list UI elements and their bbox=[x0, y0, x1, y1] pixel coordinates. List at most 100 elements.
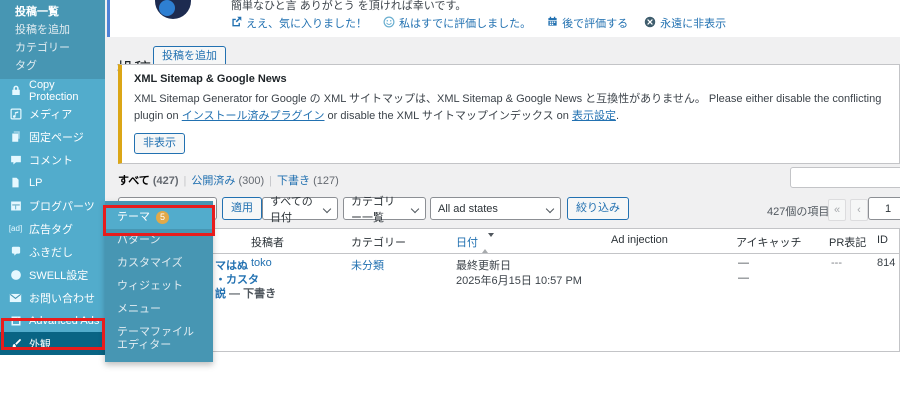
lock-icon bbox=[8, 84, 23, 97]
media-icon bbox=[8, 107, 23, 120]
sidebar-item-pages[interactable]: 固定ページ bbox=[0, 125, 105, 148]
admin-sidebar: 投稿一覧 投稿を追加 カテゴリー タグ Copy Protection メディア… bbox=[0, 0, 105, 355]
column-id: ID bbox=[877, 234, 888, 246]
sidebar-item-categories[interactable]: カテゴリー bbox=[0, 39, 105, 57]
sidebar-item-label: コメント bbox=[29, 154, 73, 167]
ad-state-filter-value: All ad states bbox=[438, 202, 498, 215]
chevron-down-icon bbox=[322, 204, 332, 214]
sidebar-item-label: LP bbox=[29, 176, 43, 189]
sidebar-item-contact[interactable]: お問い合わせ bbox=[0, 286, 105, 309]
plugin-rating-notice: 簡単なひと言 ありがとう を頂ければ幸いです。 ええ、気に入りました！ 私はすで… bbox=[107, 0, 900, 37]
post-id-cell: 814 bbox=[877, 257, 896, 269]
flyout-item-themes[interactable]: テーマ 5 bbox=[105, 206, 213, 229]
flyout-item-theme-file-editor[interactable]: テーマファイルエディター bbox=[105, 321, 213, 357]
flyout-item-customize[interactable]: カスタマイズ bbox=[105, 252, 213, 275]
speech-bubble-icon bbox=[8, 245, 23, 258]
filter-button[interactable]: 絞り込み bbox=[567, 197, 629, 220]
category-filter-value: カテゴリー一覧 bbox=[351, 195, 395, 224]
flyout-item-label: テーマ bbox=[117, 211, 150, 223]
flyout-item-patterns[interactable]: パターン bbox=[105, 229, 213, 252]
installed-plugins-link[interactable]: インストール済みプラグイン bbox=[182, 110, 325, 122]
page-icon bbox=[8, 176, 23, 189]
plugin-logo-avatar bbox=[155, 0, 191, 19]
flyout-item-widgets[interactable]: ウィジェット bbox=[105, 275, 213, 298]
post-status-views: すべて (427) | 公開済み (300) | 下書き (127) bbox=[118, 175, 339, 187]
category-filter-select[interactable]: カテゴリー一覧 bbox=[343, 196, 426, 224]
sidebar-item-blog-parts[interactable]: ブログパーツ bbox=[0, 194, 105, 217]
date-label: 最終更新日 bbox=[456, 260, 511, 272]
sidebar-item-advanced-ads[interactable]: Advanced Ads bbox=[0, 309, 105, 332]
sidebar-item-all-posts[interactable]: 投稿一覧 bbox=[0, 3, 105, 21]
dismiss-forever-label: 永遠に非表示 bbox=[660, 18, 727, 30]
apply-button[interactable]: 適用 bbox=[222, 197, 262, 220]
view-published[interactable]: 公開済み (300) bbox=[191, 175, 264, 187]
rating-notice-message: 簡単なひと言 ありがとう を頂ければ幸いです。 bbox=[231, 0, 467, 12]
rate-later-label: 後で評価する bbox=[562, 18, 629, 30]
xml-notice-text-2: or disable the XML サイトマップインデックス on bbox=[324, 110, 572, 123]
xml-notice-text-3: . bbox=[615, 110, 620, 123]
external-link-icon bbox=[231, 16, 242, 30]
sidebar-item-label: 固定ページ bbox=[29, 131, 84, 144]
search-input[interactable] bbox=[790, 167, 900, 188]
pages-icon bbox=[8, 130, 23, 143]
rating-notice-actions: ええ、気に入りました！ 私はすでに評価しました。 後で評価する 永遠に非表示 bbox=[231, 15, 726, 31]
already-rated-link[interactable]: 私はすでに評価しました。 bbox=[383, 15, 531, 31]
author-link[interactable]: toko bbox=[251, 257, 272, 269]
reading-settings-link[interactable]: 表示設定 bbox=[572, 110, 616, 122]
items-count: 427個の項目 bbox=[767, 206, 830, 218]
column-category[interactable]: カテゴリー bbox=[351, 234, 406, 250]
sidebar-item-label: ブログパーツ bbox=[29, 200, 95, 213]
chevron-down-icon bbox=[545, 204, 555, 214]
column-date-sort[interactable]: 日付 bbox=[456, 233, 494, 254]
dismiss-forever-link[interactable]: 永遠に非表示 bbox=[644, 15, 726, 31]
hide-notice-button[interactable]: 非表示 bbox=[134, 133, 185, 155]
sidebar-item-tags[interactable]: タグ bbox=[0, 57, 105, 75]
sidebar-item-label: SWELL設定 bbox=[29, 269, 89, 282]
category-link[interactable]: 未分類 bbox=[351, 260, 384, 272]
xml-notice-body: XML Sitemap Generator for Google の XML サ… bbox=[134, 91, 887, 125]
sidebar-item-fukidashi[interactable]: ふきだし bbox=[0, 240, 105, 263]
date-value: 2025年6月15日 10:57 PM bbox=[456, 275, 582, 287]
sidebar-item-label: ふきだし bbox=[29, 246, 73, 259]
rate-now-label: ええ、気に入りました！ bbox=[246, 18, 367, 30]
sidebar-item-add-post[interactable]: 投稿を追加 bbox=[0, 21, 105, 39]
chevron-down-icon bbox=[410, 204, 420, 214]
swell-icon bbox=[8, 268, 23, 281]
comments-icon bbox=[8, 153, 23, 166]
already-rated-label: 私はすでに評価しました。 bbox=[399, 18, 532, 30]
current-page-input[interactable] bbox=[868, 197, 900, 220]
column-eyecatch: アイキャッチ bbox=[736, 237, 802, 249]
sidebar-item-appearance[interactable]: 外観 bbox=[0, 332, 105, 355]
sidebar-item-label: お問い合わせ bbox=[29, 292, 95, 305]
wordpress-admin-screen: 簡単なひと言 ありがとう を頂ければ幸いです。 ええ、気に入りました！ 私はすで… bbox=[0, 0, 900, 400]
calendar-icon bbox=[547, 16, 558, 30]
view-draft[interactable]: 下書き (127) bbox=[277, 175, 339, 187]
rate-now-link[interactable]: ええ、気に入りました！ bbox=[231, 15, 367, 31]
category-cell: 未分類 bbox=[351, 257, 384, 273]
post-title-line3[interactable]: 説 — 下書き bbox=[215, 285, 276, 301]
draft-status-label: — 下書き bbox=[226, 288, 277, 300]
first-page-button[interactable]: « bbox=[828, 199, 846, 221]
flyout-item-menus[interactable]: メニュー bbox=[105, 298, 213, 321]
sidebar-item-label: 広告タグ bbox=[29, 223, 73, 236]
column-pr-label: PR表記 bbox=[829, 237, 867, 249]
eyecatch-dash: — bbox=[738, 257, 749, 269]
date-filter-value: すべての日付 bbox=[270, 195, 313, 224]
ad-icon: [ad] bbox=[8, 224, 23, 233]
xml-sitemap-notice: XML Sitemap & Google News XML Sitemap Ge… bbox=[118, 64, 900, 165]
date-filter-select[interactable]: すべての日付 bbox=[262, 196, 338, 224]
sidebar-item-copy-protection[interactable]: Copy Protection bbox=[0, 79, 105, 103]
posts-table: 投稿者 カテゴリー 日付 Ad injection アイキャッチ PR表記 ID… bbox=[118, 228, 900, 352]
sidebar-item-ad-tags[interactable]: [ad] 広告タグ bbox=[0, 217, 105, 240]
rate-later-link[interactable]: 後で評価する bbox=[547, 15, 628, 31]
prev-page-button[interactable]: ‹ bbox=[850, 199, 868, 221]
sidebar-item-label: メディア bbox=[29, 108, 73, 121]
view-all[interactable]: すべて (427) bbox=[118, 175, 179, 187]
sidebar-item-lp[interactable]: LP bbox=[0, 171, 105, 194]
sidebar-item-comments[interactable]: コメント bbox=[0, 148, 105, 171]
column-author[interactable]: 投稿者 bbox=[251, 234, 284, 250]
sidebar-item-media[interactable]: メディア bbox=[0, 102, 105, 125]
ad-state-filter-select[interactable]: All ad states bbox=[430, 197, 561, 220]
appearance-flyout-menu: テーマ 5 パターン カスタマイズ ウィジェット メニュー テーマファイルエディタ… bbox=[105, 201, 213, 362]
sidebar-item-swell-settings[interactable]: SWELL設定 bbox=[0, 263, 105, 286]
